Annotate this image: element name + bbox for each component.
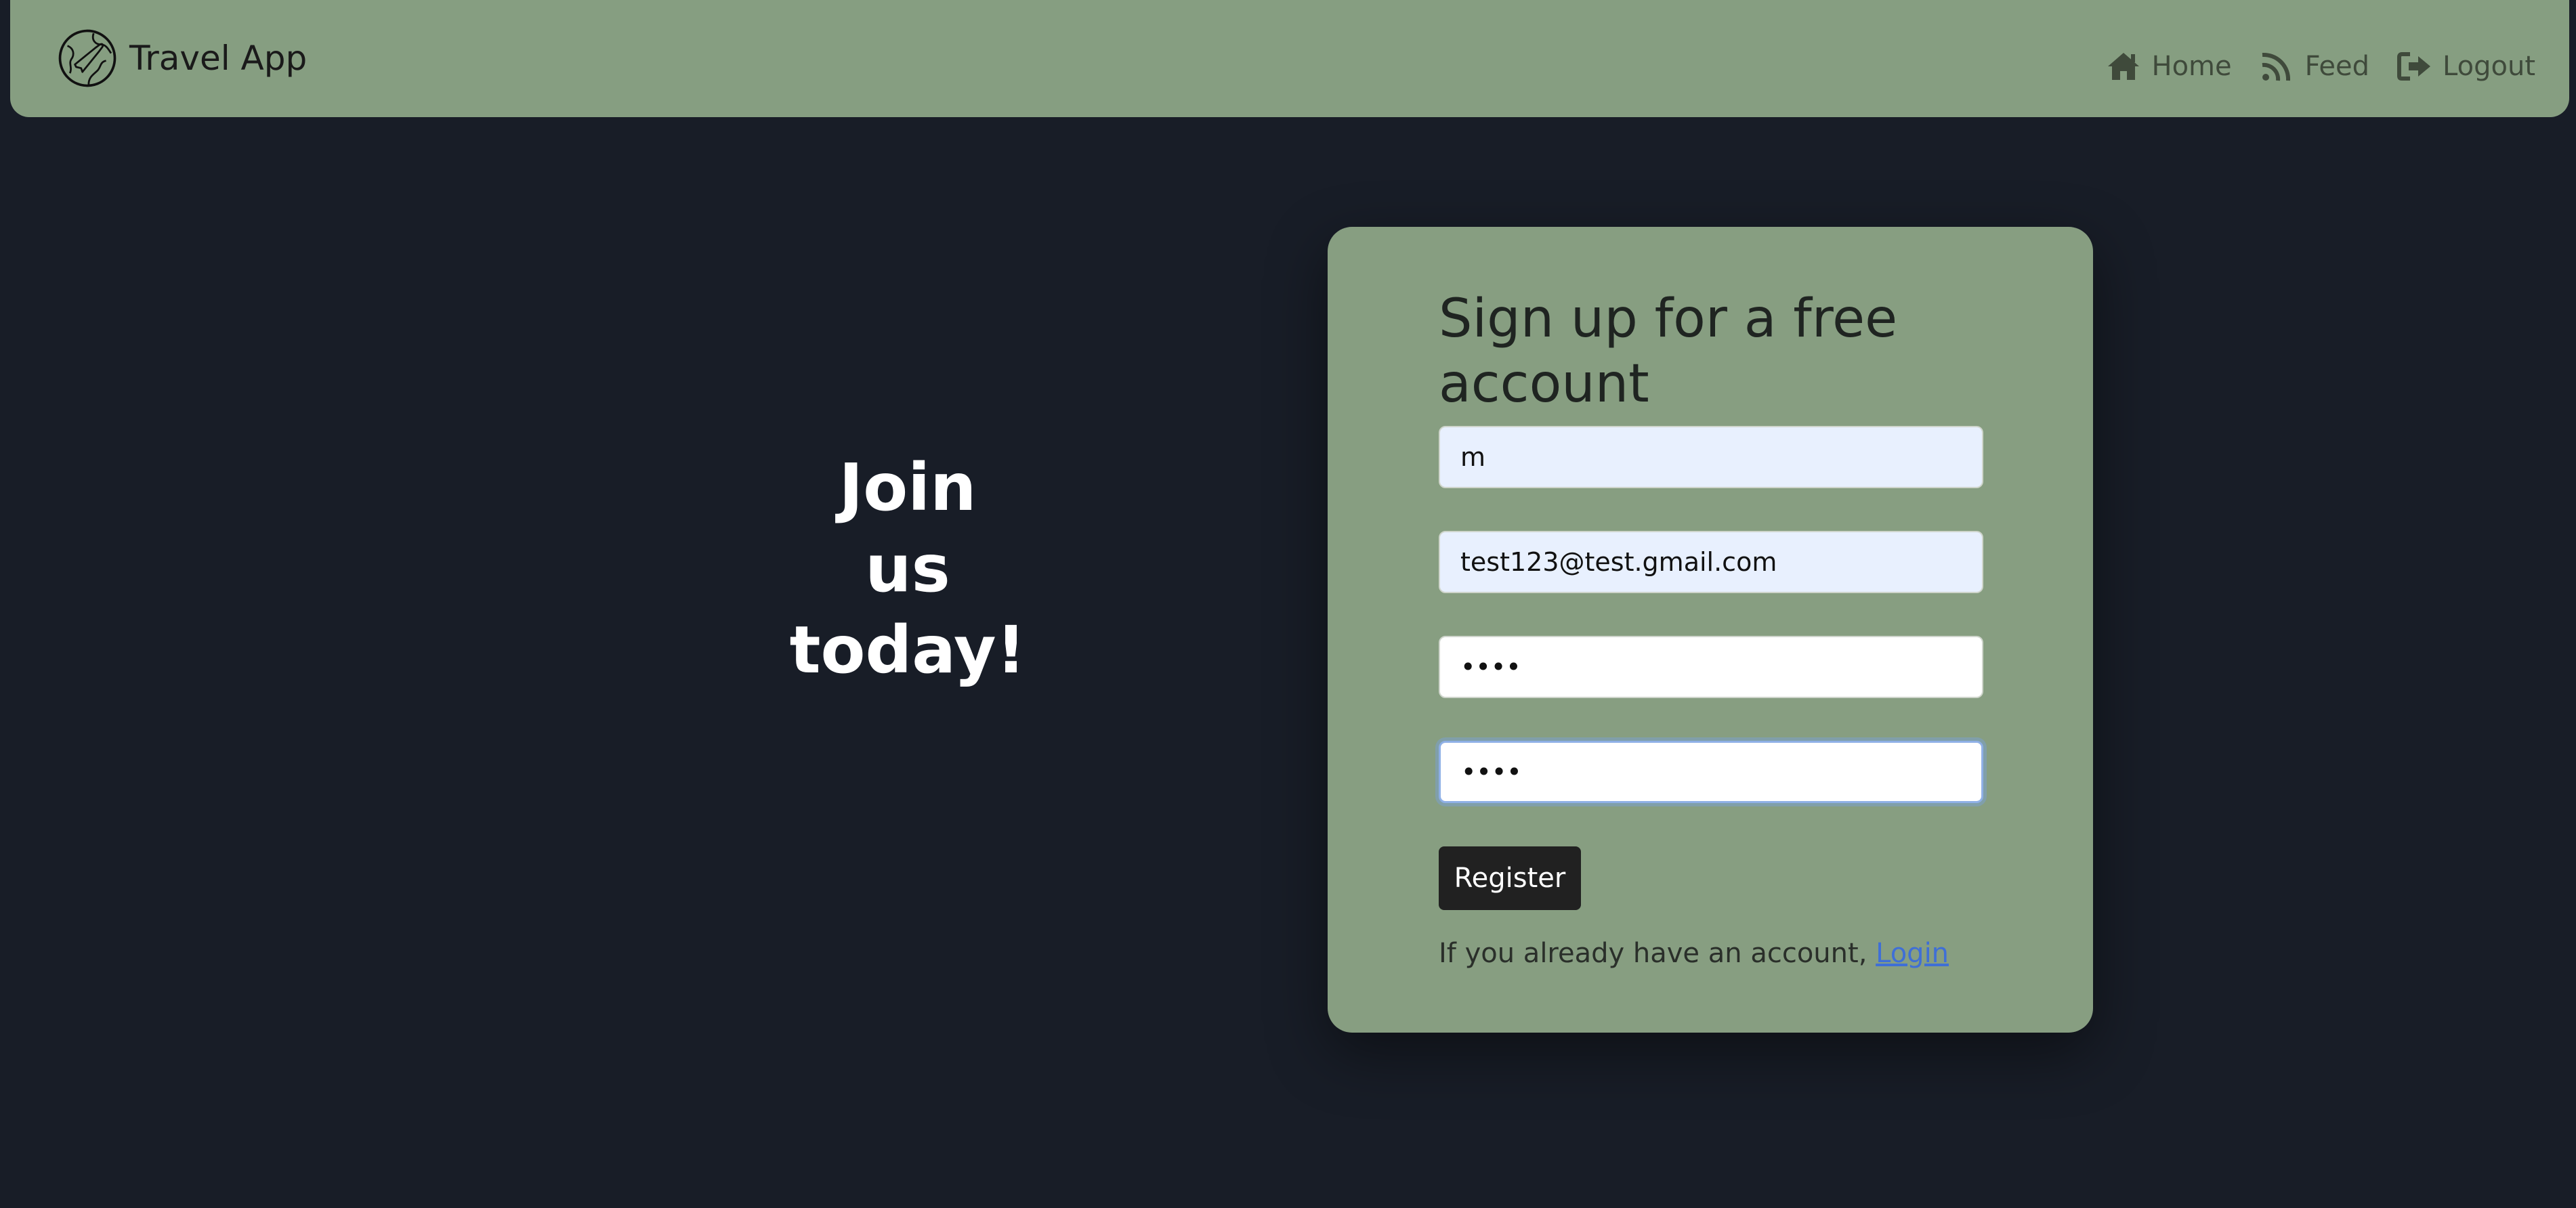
hero-line: today! — [789, 612, 1026, 688]
nav-logout[interactable]: Logout — [2396, 50, 2535, 83]
main-nav: Home Feed Logout — [2078, 50, 2535, 83]
email-field[interactable] — [1439, 531, 1983, 593]
hero-line: Join — [839, 450, 977, 525]
username-field[interactable] — [1439, 426, 1983, 488]
register-button[interactable]: Register — [1439, 846, 1581, 910]
hero-heading: Join us today! — [772, 447, 1043, 691]
login-prompt-text: If you already have an account, — [1439, 938, 1876, 969]
nav-feed-label: Feed — [2304, 51, 2370, 82]
form-title: Sign up for a free account — [1439, 288, 1898, 414]
password-field[interactable] — [1439, 636, 1983, 698]
logout-icon — [2397, 52, 2431, 81]
rss-feed-icon — [2262, 52, 2290, 81]
globe-plane-logo-icon — [58, 29, 117, 87]
confirm-password-field[interactable] — [1439, 741, 1983, 803]
nav-home[interactable]: Home — [2105, 50, 2232, 83]
hero-line: us — [865, 531, 950, 607]
login-prompt: If you already have an account, Login — [1439, 938, 1949, 969]
home-icon — [2108, 53, 2140, 80]
top-navbar: Travel App Home Feed Logout — [10, 0, 2569, 117]
brand[interactable]: Travel App — [56, 24, 307, 92]
brand-name: Travel App — [129, 39, 308, 78]
login-link[interactable]: Login — [1876, 938, 1949, 969]
nav-logout-label: Logout — [2443, 51, 2535, 82]
nav-feed[interactable]: Feed — [2259, 50, 2369, 83]
signup-card: Sign up for a free account Register If y… — [1328, 227, 2093, 1033]
nav-home-label: Home — [2151, 51, 2232, 82]
